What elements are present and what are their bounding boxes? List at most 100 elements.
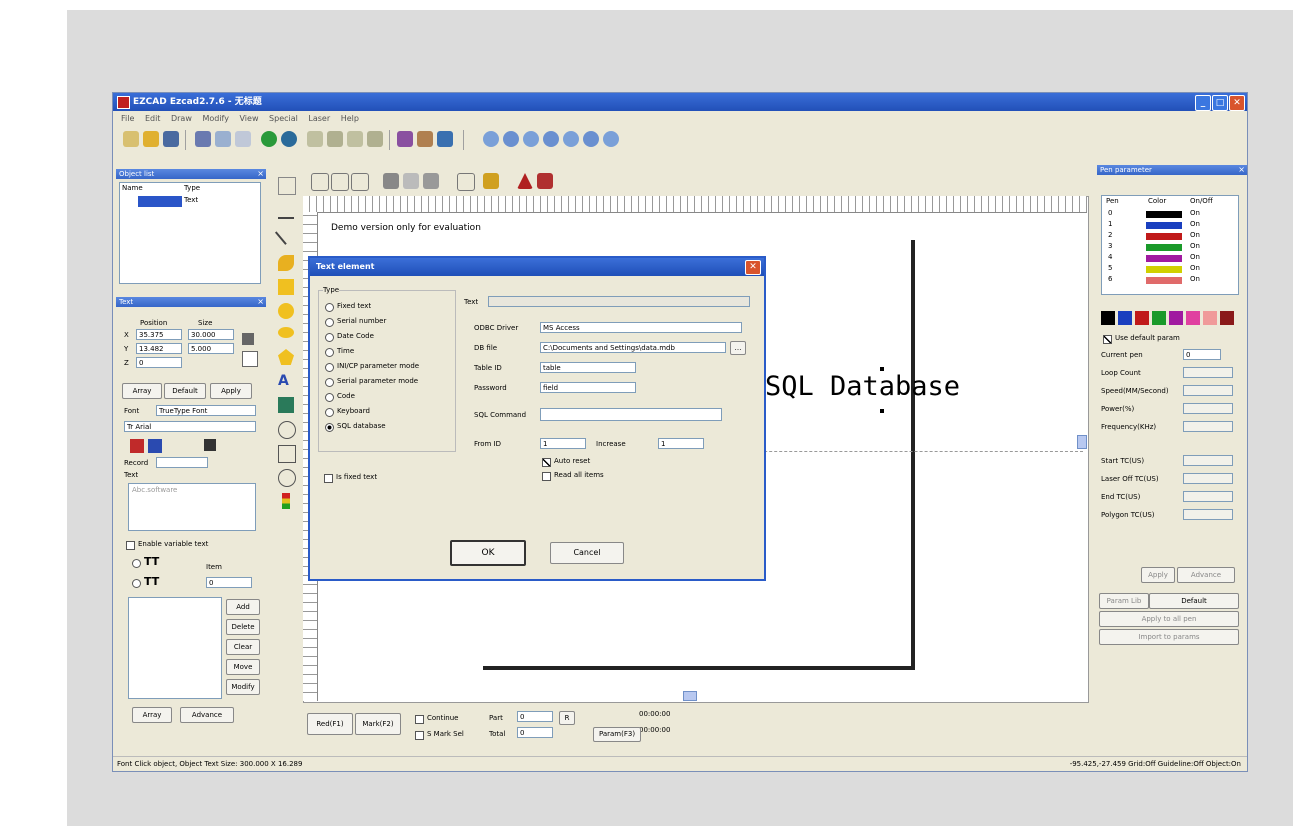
continue-checkbox[interactable]	[415, 715, 424, 724]
delete-button[interactable]: Delete	[226, 619, 260, 635]
item-field[interactable]: 0	[206, 577, 252, 588]
zoom-select-icon[interactable]	[563, 131, 579, 147]
password-field[interactable]: field	[540, 382, 636, 393]
height-field[interactable]: 5.000	[188, 343, 234, 354]
measure-icon[interactable]	[457, 173, 475, 191]
type-radio-time[interactable]	[325, 348, 334, 357]
odbc-driver-select[interactable]: MS Access	[540, 322, 742, 333]
palette-swatch[interactable]	[1220, 311, 1234, 325]
add-button[interactable]: Add	[226, 599, 260, 615]
canvas-text-object[interactable]: SQL Database	[765, 371, 960, 402]
copy-icon[interactable]	[215, 131, 231, 147]
redo-icon[interactable]	[281, 131, 297, 147]
read-all-checkbox[interactable]	[542, 472, 551, 481]
object-row-selected[interactable]	[138, 196, 182, 207]
clear-button[interactable]: Clear	[226, 639, 260, 655]
color-icon[interactable]	[483, 173, 499, 189]
increase-field[interactable]: 1	[658, 438, 704, 449]
snap-icon[interactable]	[331, 173, 349, 191]
apply-to-all-pen-button[interactable]: Apply to all pen	[1099, 611, 1239, 627]
barcode-icon[interactable]	[278, 445, 296, 463]
menu-help[interactable]: Help	[341, 114, 359, 123]
align-icon[interactable]	[437, 131, 453, 147]
maximize-button[interactable]: □	[1212, 95, 1228, 111]
selection-handle[interactable]	[880, 367, 884, 371]
reset-part-button[interactable]: R	[559, 711, 575, 725]
horizontal-scroll-thumb[interactable]	[683, 691, 697, 701]
zoom-pan-icon[interactable]	[603, 131, 619, 147]
menu-file[interactable]: File	[121, 114, 134, 123]
pen-state[interactable]: On	[1190, 242, 1200, 250]
enable-variable-checkbox[interactable]	[126, 541, 135, 550]
pen-state[interactable]: On	[1190, 275, 1200, 283]
palette-swatch[interactable]	[1203, 311, 1217, 325]
menu-laser[interactable]: Laser	[308, 114, 330, 123]
select-icon[interactable]	[278, 177, 296, 195]
cut-icon[interactable]	[195, 131, 211, 147]
type-radio-serial-param[interactable]	[325, 378, 334, 387]
type-radio-date[interactable]	[325, 333, 334, 342]
convert-icon[interactable]	[417, 131, 433, 147]
start-tc-field[interactable]	[1183, 455, 1233, 466]
circle-icon[interactable]	[278, 303, 294, 319]
combine-icon[interactable]	[347, 131, 363, 147]
width-field[interactable]: 30.000	[188, 329, 234, 340]
menu-edit[interactable]: Edit	[145, 114, 161, 123]
default-button[interactable]: Default	[164, 383, 206, 399]
apply-button[interactable]: Apply	[210, 383, 252, 399]
palette-swatch[interactable]	[1135, 311, 1149, 325]
menu-special[interactable]: Special	[269, 114, 298, 123]
minimize-button[interactable]: _	[1195, 95, 1211, 111]
menu-view[interactable]: View	[240, 114, 259, 123]
timer-icon[interactable]	[278, 469, 296, 487]
pen-list[interactable]: Pen Color On/Off 0 On 1 On 2 On 3 On 4 On 5 On 6 On	[1101, 195, 1239, 295]
menu-draw[interactable]: Draw	[171, 114, 192, 123]
pen-color-swatch[interactable]	[1146, 222, 1182, 229]
output-icon[interactable]	[282, 493, 290, 509]
from-id-field[interactable]: 1	[540, 438, 586, 449]
array2-button[interactable]: Array	[132, 707, 172, 723]
grid-icon[interactable]	[311, 173, 329, 191]
palette-swatch[interactable]	[1186, 311, 1200, 325]
node-edit-icon[interactable]	[278, 201, 294, 219]
power-field[interactable]	[1183, 403, 1233, 414]
x-position-field[interactable]: 35.375	[136, 329, 182, 340]
frequency-field[interactable]	[1183, 421, 1233, 432]
zoom-in-icon[interactable]	[483, 131, 499, 147]
current-pen-field[interactable]: 0	[1183, 349, 1221, 360]
pen-state[interactable]: On	[1190, 209, 1200, 217]
close-icon[interactable]: ×	[1238, 165, 1245, 175]
palette-swatch[interactable]	[1152, 311, 1166, 325]
y-position-field[interactable]: 13.482	[136, 343, 182, 354]
curve-icon[interactable]	[278, 255, 294, 271]
object-list[interactable]: Name Type Text	[119, 182, 261, 284]
font-icon[interactable]	[130, 439, 144, 453]
type-radio-fixed[interactable]	[325, 303, 334, 312]
db-file-field[interactable]: C:\Documents and Settings\data.mdb	[540, 342, 726, 353]
selection-handle[interactable]	[880, 409, 884, 413]
advance-button[interactable]: Advance	[180, 707, 234, 723]
move-button[interactable]: Move	[226, 659, 260, 675]
zoom-all-icon[interactable]	[543, 131, 559, 147]
sql-command-field[interactable]	[540, 408, 722, 421]
type-radio-keyboard[interactable]	[325, 408, 334, 417]
zoom-window-icon[interactable]	[523, 131, 539, 147]
type-radio-serial[interactable]	[325, 318, 334, 327]
dialog-close-button[interactable]: ✕	[745, 260, 761, 275]
use-default-checkbox[interactable]	[1103, 335, 1112, 344]
pen-state[interactable]: On	[1190, 231, 1200, 239]
mode-radio-1[interactable]	[132, 559, 141, 568]
array-button[interactable]: Array	[122, 383, 162, 399]
part-field[interactable]: 0	[517, 711, 553, 722]
flip-icon[interactable]	[537, 173, 553, 189]
pen-color-swatch[interactable]	[1146, 255, 1182, 262]
mark-button[interactable]: Mark(F2)	[355, 713, 401, 735]
palette-swatch[interactable]	[1101, 311, 1115, 325]
new-icon[interactable]	[123, 131, 139, 147]
line-icon[interactable]	[274, 221, 300, 245]
font-name-select[interactable]: Tr Arial	[124, 421, 256, 432]
pen-color-swatch[interactable]	[1146, 211, 1182, 218]
loop-count-field[interactable]	[1183, 367, 1233, 378]
type-radio-sql[interactable]	[325, 423, 334, 432]
lock-icon[interactable]	[242, 333, 254, 345]
